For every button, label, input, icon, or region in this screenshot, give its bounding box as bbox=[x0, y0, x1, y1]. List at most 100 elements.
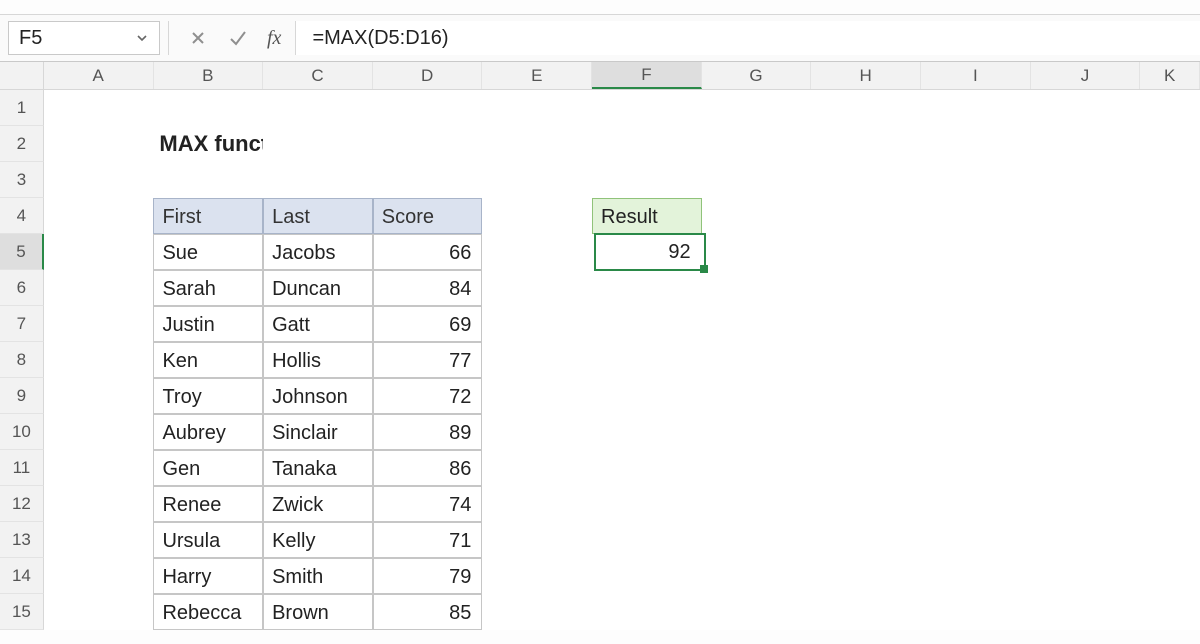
cell[interactable] bbox=[811, 486, 921, 522]
cell[interactable] bbox=[482, 414, 592, 450]
cell[interactable] bbox=[44, 234, 154, 270]
cell[interactable] bbox=[44, 198, 154, 234]
cell[interactable] bbox=[811, 90, 921, 126]
cell-last[interactable]: Zwick bbox=[263, 486, 373, 522]
cell-last[interactable]: Hollis bbox=[263, 342, 373, 378]
row-head[interactable]: 14 bbox=[0, 558, 44, 594]
header-last[interactable]: Last bbox=[263, 198, 373, 234]
cell[interactable] bbox=[1140, 450, 1200, 486]
cell[interactable] bbox=[1031, 450, 1141, 486]
cell[interactable] bbox=[482, 558, 592, 594]
cell[interactable] bbox=[1031, 522, 1141, 558]
cell[interactable] bbox=[811, 558, 921, 594]
cell[interactable] bbox=[811, 342, 921, 378]
cell[interactable] bbox=[702, 162, 812, 198]
col-head-G[interactable]: G bbox=[702, 62, 812, 89]
col-head-D[interactable]: D bbox=[373, 62, 483, 89]
cell[interactable] bbox=[811, 414, 921, 450]
cell-last[interactable]: Duncan bbox=[263, 270, 373, 306]
cell[interactable] bbox=[44, 162, 154, 198]
cell[interactable] bbox=[1140, 306, 1200, 342]
cell[interactable] bbox=[811, 522, 921, 558]
row-head[interactable]: 3 bbox=[0, 162, 44, 198]
cell[interactable] bbox=[921, 126, 1031, 162]
cell-score[interactable]: 74 bbox=[373, 486, 483, 522]
row-head[interactable]: 5 bbox=[0, 234, 44, 270]
cell[interactable] bbox=[921, 414, 1031, 450]
enter-check-icon[interactable] bbox=[223, 23, 253, 53]
cancel-icon[interactable] bbox=[183, 23, 213, 53]
col-head-I[interactable]: I bbox=[921, 62, 1031, 89]
cell[interactable] bbox=[482, 90, 592, 126]
fx-icon[interactable]: fx bbox=[263, 27, 285, 50]
cell-first[interactable]: Justin bbox=[153, 306, 263, 342]
cell[interactable] bbox=[1140, 378, 1200, 414]
row-head[interactable]: 1 bbox=[0, 90, 44, 126]
cell[interactable] bbox=[44, 126, 154, 162]
cell[interactable] bbox=[592, 90, 702, 126]
col-head-C[interactable]: C bbox=[263, 62, 373, 89]
cell[interactable] bbox=[44, 306, 154, 342]
cell[interactable] bbox=[482, 162, 592, 198]
cell[interactable] bbox=[483, 126, 593, 162]
cell[interactable] bbox=[44, 270, 154, 306]
cell[interactable] bbox=[921, 522, 1031, 558]
row-head[interactable]: 11 bbox=[0, 450, 44, 486]
cell[interactable] bbox=[482, 270, 592, 306]
cell[interactable] bbox=[1031, 378, 1141, 414]
cell[interactable] bbox=[592, 378, 702, 414]
result-cell[interactable]: 92 bbox=[592, 234, 702, 270]
cell-score[interactable]: 72 bbox=[373, 378, 483, 414]
cell[interactable] bbox=[921, 90, 1031, 126]
cell[interactable] bbox=[592, 414, 702, 450]
cell[interactable] bbox=[921, 378, 1031, 414]
cell[interactable] bbox=[1140, 486, 1200, 522]
cell[interactable] bbox=[44, 342, 154, 378]
cell[interactable] bbox=[702, 378, 812, 414]
cell[interactable] bbox=[811, 162, 921, 198]
cell[interactable] bbox=[811, 306, 921, 342]
cell[interactable] bbox=[702, 90, 812, 126]
cell-first[interactable]: Ken bbox=[153, 342, 263, 378]
row-head[interactable]: 4 bbox=[0, 198, 44, 234]
row-head[interactable]: 7 bbox=[0, 306, 44, 342]
cell[interactable] bbox=[1140, 90, 1200, 126]
cell[interactable] bbox=[702, 414, 812, 450]
cell[interactable] bbox=[811, 378, 921, 414]
cell-last[interactable]: Johnson bbox=[263, 378, 373, 414]
cell[interactable] bbox=[702, 450, 812, 486]
name-box[interactable]: F5 bbox=[8, 21, 160, 55]
cell[interactable] bbox=[44, 414, 154, 450]
cell[interactable] bbox=[592, 270, 702, 306]
cell[interactable] bbox=[702, 486, 812, 522]
cell[interactable] bbox=[1031, 234, 1141, 270]
cell[interactable] bbox=[592, 486, 702, 522]
cell[interactable] bbox=[1031, 126, 1141, 162]
cell[interactable] bbox=[921, 162, 1031, 198]
cell[interactable] bbox=[592, 162, 702, 198]
cell[interactable] bbox=[921, 486, 1031, 522]
cell[interactable] bbox=[592, 450, 702, 486]
cell[interactable] bbox=[811, 450, 921, 486]
col-head-J[interactable]: J bbox=[1031, 62, 1141, 89]
cell[interactable] bbox=[702, 306, 812, 342]
cell[interactable] bbox=[702, 342, 812, 378]
cell[interactable] bbox=[1140, 126, 1200, 162]
cell-first[interactable]: Ursula bbox=[153, 522, 263, 558]
cell[interactable] bbox=[1031, 414, 1141, 450]
cell[interactable] bbox=[44, 450, 154, 486]
cell[interactable] bbox=[811, 234, 921, 270]
cell[interactable] bbox=[44, 558, 154, 594]
cell[interactable] bbox=[592, 306, 702, 342]
col-head-B[interactable]: B bbox=[154, 62, 264, 89]
cell[interactable] bbox=[702, 594, 812, 630]
cell[interactable] bbox=[921, 342, 1031, 378]
cell[interactable] bbox=[921, 198, 1031, 234]
header-score[interactable]: Score bbox=[373, 198, 483, 234]
cell[interactable] bbox=[1140, 270, 1200, 306]
chevron-down-icon[interactable] bbox=[133, 29, 151, 47]
cell[interactable] bbox=[1140, 342, 1200, 378]
cell-score[interactable]: 89 bbox=[373, 414, 483, 450]
cell[interactable] bbox=[702, 558, 812, 594]
cell[interactable] bbox=[482, 378, 592, 414]
